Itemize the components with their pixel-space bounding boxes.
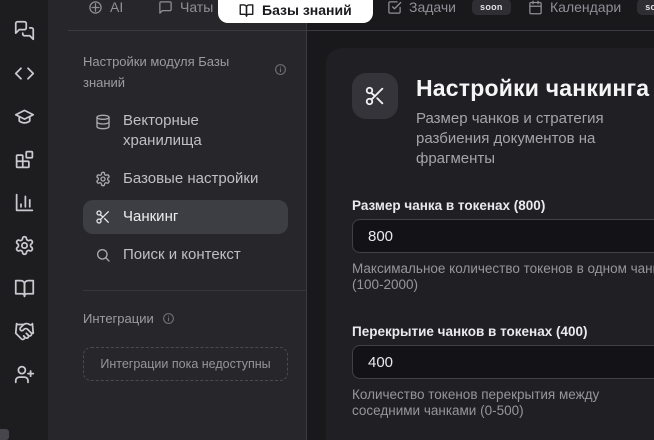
info-icon[interactable]: [274, 63, 287, 76]
tab-chats[interactable]: Чаты: [158, 0, 213, 15]
integrations-empty-box: Интеграции пока недоступны: [83, 347, 288, 381]
user-plus-icon[interactable]: [13, 363, 35, 385]
sidebar-item-label: Поиск и контекст: [123, 246, 241, 263]
header-divider: [68, 30, 654, 31]
soon-badge: soon: [637, 0, 654, 15]
tab-ai[interactable]: AI: [88, 0, 123, 15]
scissors-icon: [352, 73, 398, 119]
blocks-icon[interactable]: [13, 148, 35, 170]
sidebar-item-label: Базовые настройки: [123, 170, 259, 187]
messages-icon[interactable]: [13, 19, 35, 41]
tab-label: AI: [110, 0, 124, 15]
tab-label: Чаты: [180, 0, 214, 15]
info-icon[interactable]: [162, 312, 175, 325]
chat-icon: [158, 0, 173, 15]
tab-calendars[interactable]: Календари soon: [528, 0, 654, 15]
chunk-overlap-label: Перекрытие чанков в токенах (400): [352, 324, 588, 339]
book-icon: [239, 3, 254, 18]
graduation-cap-icon[interactable]: [13, 105, 35, 127]
sidebar-item-label: Векторные хранилища: [123, 112, 202, 149]
tab-knowledge-bases-active[interactable]: Базы знаний: [218, 0, 373, 23]
integrations-label: Интеграции: [83, 311, 154, 326]
panel-title: Настройки модуля Базы знаний: [83, 54, 230, 90]
chunk-size-helper: Максимальное количество токенов в одном …: [352, 261, 654, 292]
code-icon[interactable]: [13, 62, 35, 84]
gear-icon: [96, 171, 110, 187]
bar-chart-icon[interactable]: [13, 191, 35, 213]
field-chunk-overlap: Перекрытие чанков в токенах (400) Количе…: [352, 324, 654, 419]
sidebar-item-basic-settings[interactable]: Базовые настройки: [83, 162, 288, 196]
search-icon: [97, 249, 110, 262]
chunk-overlap-helper: Количество токенов перекрытия между сосе…: [352, 387, 600, 418]
brain-icon: [88, 0, 103, 15]
tab-label: Календари: [550, 0, 622, 15]
tab-label: Базы знаний: [262, 2, 352, 18]
sidebar-item-label: Чанкинг: [123, 208, 179, 225]
page-subtitle: Размер чанков и стратегия разбиения доку…: [416, 110, 604, 167]
panel-divider: [83, 290, 306, 291]
book-open-icon[interactable]: [13, 277, 35, 299]
chunking-form: Размер чанка в токенах (800) Максимально…: [352, 198, 654, 419]
chunk-size-label: Размер чанка в токенах (800): [352, 198, 546, 213]
settings-nav: Векторные хранилища Базовые настройки Ча…: [83, 104, 288, 272]
page-title: Настройки чанкинга: [416, 75, 650, 101]
integrations-empty-text: Интеграции пока недоступны: [100, 357, 271, 371]
integrations-header: Интеграции: [83, 311, 175, 326]
soon-badge: soon: [472, 0, 511, 15]
rail-scroll-nub: [0, 429, 9, 440]
sidebar-item-search-context[interactable]: Поиск и контекст: [83, 238, 288, 272]
sidebar-item-vector-stores[interactable]: Векторные хранилища: [83, 104, 288, 158]
calendar-icon: [528, 0, 543, 15]
chunk-size-input[interactable]: [352, 219, 654, 253]
database-icon: [96, 114, 110, 130]
scissors-icon: [96, 210, 109, 224]
module-settings-panel: Настройки модуля Базы знаний Векторные х…: [48, 0, 307, 440]
gear-icon[interactable]: [13, 234, 35, 256]
sidebar-item-chunking-active[interactable]: Чанкинг: [83, 200, 288, 234]
field-chunk-size: Размер чанка в токенах (800) Максимально…: [352, 198, 654, 293]
tab-tasks[interactable]: Задачи soon: [387, 0, 511, 15]
tab-label: Задачи: [409, 0, 457, 15]
chunking-settings-card: Настройки чанкинга Размер чанков и страт…: [326, 48, 654, 440]
handshake-icon[interactable]: [13, 320, 35, 342]
check-square-icon: [387, 0, 402, 15]
app-rail: [0, 0, 48, 440]
chunk-overlap-input[interactable]: [352, 345, 654, 379]
